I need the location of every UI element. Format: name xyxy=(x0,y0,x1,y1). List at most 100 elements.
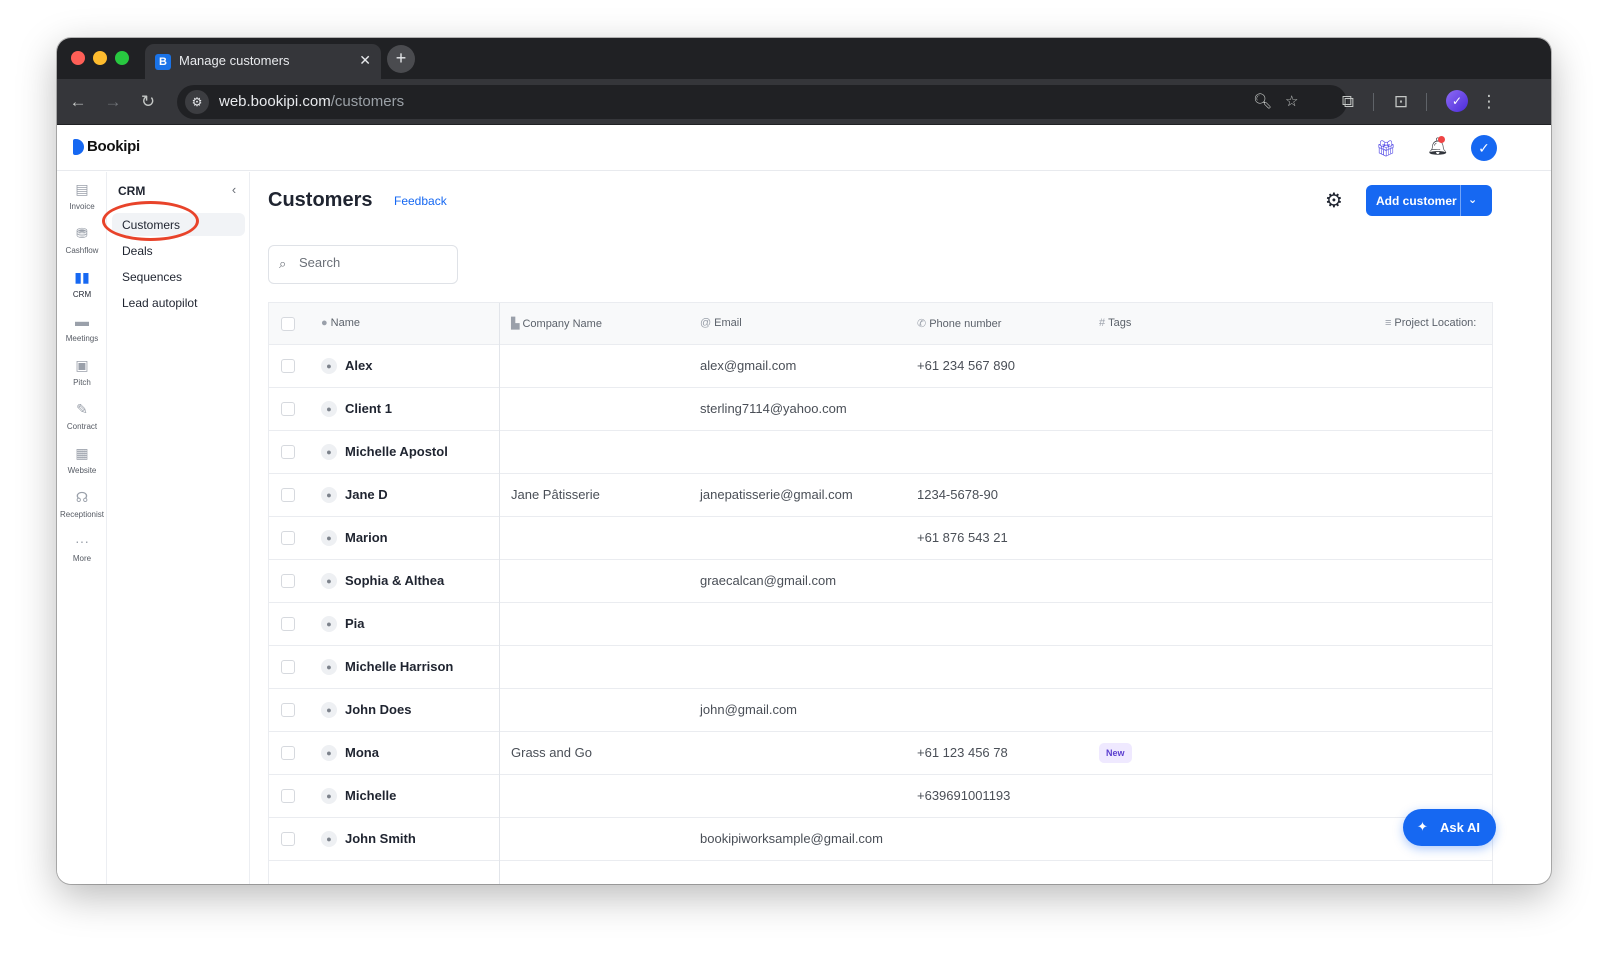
row-checkbox[interactable] xyxy=(281,789,295,803)
tag-badge[interactable]: New xyxy=(1099,743,1132,763)
table-row[interactable]: ● Pia xyxy=(269,603,1492,646)
column-header-phone[interactable]: ✆ Phone number xyxy=(917,317,1001,330)
site-info-icon[interactable]: ⚙ xyxy=(185,90,209,114)
row-checkbox[interactable] xyxy=(281,832,295,846)
nav-rail-item-receptionist[interactable]: ☊ Receptionist xyxy=(57,488,107,519)
nav-rail-item-cashflow[interactable]: ⛃ Cashflow xyxy=(57,224,107,255)
building-icon: ▙ xyxy=(511,318,520,330)
select-all-checkbox[interactable] xyxy=(281,317,295,331)
customer-name[interactable]: Michelle Harrison xyxy=(345,659,453,674)
column-header-company[interactable]: ▙ Company Name xyxy=(511,317,602,330)
customer-name[interactable]: Pia xyxy=(345,616,365,631)
tab-search-icon[interactable]: ⊡ xyxy=(1390,91,1412,113)
user-avatar[interactable]: ✓ xyxy=(1471,135,1497,161)
row-checkbox[interactable] xyxy=(281,531,295,545)
add-customer-button[interactable]: Add customer ⌄ xyxy=(1366,185,1492,216)
tab-title: Manage customers xyxy=(179,53,290,68)
nav-rail-item-contract[interactable]: ✎ Contract xyxy=(57,400,107,431)
browser-window: B Manage customers ✕ + ← → ↻ ⚙ web.booki… xyxy=(57,38,1551,884)
nav-rail-label: Contract xyxy=(66,422,98,431)
table-row[interactable]: ● Mona Grass and Go +61 123 456 78 New xyxy=(269,732,1492,775)
row-checkbox[interactable] xyxy=(281,660,295,674)
customer-name[interactable]: Michelle xyxy=(345,788,396,803)
customer-name[interactable]: Marion xyxy=(345,530,388,545)
bookmark-star-icon[interactable]: ☆ xyxy=(1285,92,1298,110)
search-input[interactable] xyxy=(299,255,449,270)
row-checkbox[interactable] xyxy=(281,703,295,717)
brand-name: Bookipi xyxy=(87,138,140,155)
table-row[interactable]: ● Michelle Harrison xyxy=(269,646,1492,689)
page-title: Customers xyxy=(268,189,373,211)
row-checkbox[interactable] xyxy=(281,445,295,459)
table-row[interactable]: ● Michelle +639691001193 xyxy=(269,775,1492,818)
row-checkbox[interactable] xyxy=(281,488,295,502)
back-arrow-icon[interactable]: ← xyxy=(67,91,89,113)
settings-gear-icon[interactable]: ⚙ xyxy=(1325,188,1343,213)
customer-name[interactable]: Michelle Apostol xyxy=(345,444,448,459)
bookipi-logo-mark-icon xyxy=(73,138,84,155)
minimize-window-button[interactable] xyxy=(93,51,107,65)
row-checkbox[interactable] xyxy=(281,746,295,760)
nav-rail-item-crm[interactable]: ▮▮ CRM xyxy=(57,268,107,299)
browser-profile-avatar[interactable]: ✓ xyxy=(1446,90,1468,112)
extensions-icon[interactable]: ⧉ xyxy=(1337,91,1359,113)
column-header-name[interactable]: ● Name xyxy=(321,317,360,329)
row-checkbox[interactable] xyxy=(281,617,295,631)
person-icon: ● xyxy=(321,702,337,718)
table-row[interactable]: ● Jane D Jane Pâtisserie janepatisserie@gma… xyxy=(269,474,1492,517)
table-row[interactable]: ● Client 1 sterling7114@yahoo.com xyxy=(269,388,1492,431)
row-checkbox[interactable] xyxy=(281,574,295,588)
column-header-tags[interactable]: # Tags xyxy=(1099,317,1131,329)
table-row[interactable]: ● Alex alex@gmail.com +61 234 567 890 xyxy=(269,345,1492,388)
maximize-window-button[interactable] xyxy=(115,51,129,65)
submenu-item-deals[interactable]: Deals xyxy=(122,244,153,258)
nav-rail-item-pitch[interactable]: ▣ Pitch xyxy=(57,356,107,387)
customer-name[interactable]: Sophia & Althea xyxy=(345,573,444,588)
new-tab-button[interactable]: + xyxy=(387,45,415,73)
tab-close-icon[interactable]: ✕ xyxy=(359,52,371,69)
person-icon: ● xyxy=(321,788,337,804)
submenu-item-sequences[interactable]: Sequences xyxy=(122,270,182,284)
customer-name[interactable]: John Does xyxy=(345,702,411,717)
customer-name[interactable]: Jane D xyxy=(345,487,388,502)
submenu-title: CRM xyxy=(118,184,146,198)
table-row[interactable]: ● Marion +61 876 543 21 xyxy=(269,517,1492,560)
column-header-project-location[interactable]: ≡ Project Location: xyxy=(1385,317,1476,329)
add-customer-label: Add customer xyxy=(1376,194,1457,208)
customer-name[interactable]: Client 1 xyxy=(345,401,392,416)
hash-icon: # xyxy=(1099,317,1106,329)
row-checkbox[interactable] xyxy=(281,402,295,416)
submenu-item-lead-autopilot[interactable]: Lead autopilot xyxy=(122,296,197,310)
reload-icon[interactable]: ↻ xyxy=(137,91,159,113)
search-icon: ⌕ xyxy=(279,256,287,271)
table-row[interactable]: ● Sophia & Althea graecalcan@gmail.com xyxy=(269,560,1492,603)
ask-ai-button[interactable]: ✦ Ask AI xyxy=(1403,809,1496,846)
address-bar[interactable]: ⚙ web.bookipi.com/customers 🔍︎ ☆ xyxy=(177,85,1347,119)
table-row[interactable]: ● John Does john@gmail.com xyxy=(269,689,1492,732)
person-icon: ● xyxy=(321,444,337,460)
url-text[interactable]: web.bookipi.com/customers xyxy=(219,93,404,110)
chevron-down-icon[interactable]: ⌄ xyxy=(1468,193,1477,206)
zoom-icon[interactable]: 🔍︎ xyxy=(1253,92,1272,110)
forward-arrow-icon[interactable]: → xyxy=(102,91,124,113)
browser-tab[interactable]: B Manage customers ✕ xyxy=(145,44,381,79)
table-row[interactable]: ● John Smith bookipiworksample@gmail.com xyxy=(269,818,1492,861)
column-header-email[interactable]: @ Email xyxy=(700,317,742,329)
search-box[interactable]: ⌕ xyxy=(268,245,458,284)
row-checkbox[interactable] xyxy=(281,359,295,373)
customer-name[interactable]: Mona xyxy=(345,745,379,760)
browser-menu-icon[interactable]: ⋮ xyxy=(1478,91,1500,113)
meetings-icon: ▬ xyxy=(75,313,89,329)
table-row[interactable]: ● Michelle Apostol xyxy=(269,431,1492,474)
feedback-link[interactable]: Feedback xyxy=(394,194,447,208)
customer-name[interactable]: John Smith xyxy=(345,831,416,846)
close-window-button[interactable] xyxy=(71,51,85,65)
nav-rail-item-meetings[interactable]: ▬ Meetings xyxy=(57,312,107,343)
collapse-sidebar-button[interactable]: ‹ xyxy=(225,181,243,199)
bookipi-logo[interactable]: Bookipi xyxy=(73,138,140,155)
nav-rail-item-website[interactable]: ▦ Website xyxy=(57,444,107,475)
customer-name[interactable]: Alex xyxy=(345,358,372,373)
gift-icon[interactable]: 🎁︎ xyxy=(1376,139,1396,159)
nav-rail-item-invoice[interactable]: ▤ Invoice xyxy=(57,180,107,211)
nav-rail-item-more[interactable]: ··· More xyxy=(57,532,107,563)
